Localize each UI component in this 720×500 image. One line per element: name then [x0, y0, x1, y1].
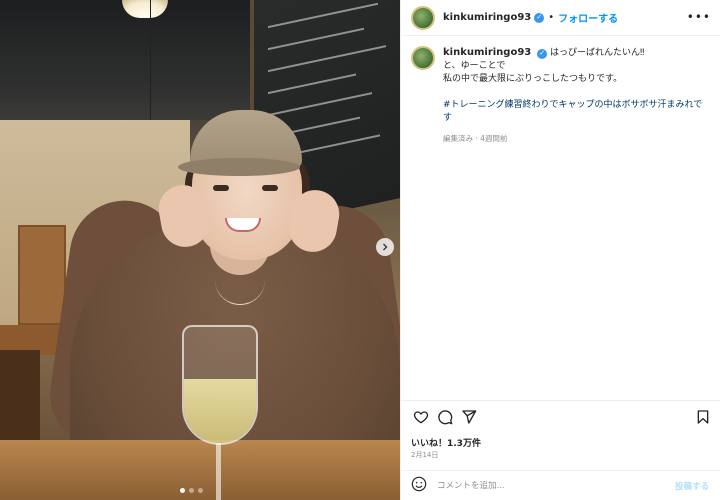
chevron-right-icon[interactable] [376, 238, 394, 256]
more-options-icon[interactable]: ••• [687, 10, 711, 24]
chair [0, 350, 40, 440]
wooden-door [18, 225, 66, 325]
comment-input[interactable] [437, 480, 657, 491]
caption-avatar[interactable] [411, 46, 435, 70]
caption-line-1: はっぴーばれんたいん‼︎ [550, 48, 645, 58]
emoji-icon[interactable] [411, 476, 427, 496]
carousel-indicator [180, 488, 203, 493]
cap-brim [178, 158, 300, 176]
bookmark-icon[interactable] [693, 407, 713, 427]
comment-bar: 投稿する [401, 470, 720, 500]
follow-button[interactable]: フォローする [558, 10, 618, 25]
white-wine [184, 379, 256, 443]
comment-icon[interactable] [435, 407, 455, 427]
caption-line-2: と、ゆーことで [443, 61, 506, 71]
wine-glass-stem [216, 443, 221, 500]
wine-glass [182, 325, 258, 445]
actions-divider [401, 400, 720, 401]
caption-hashtag[interactable]: #トレーニング練習終わりでキャップの中はボサボサ汗まみれです [443, 99, 705, 125]
caption-username[interactable]: kinkumiringo93 [443, 47, 531, 58]
header-separator: • [548, 12, 555, 23]
action-bar [411, 407, 711, 429]
caption-verified-badge-icon: ✓ [537, 48, 548, 59]
necklace [215, 255, 265, 305]
carousel-dot [198, 488, 203, 493]
carousel-dot [180, 488, 185, 493]
left-eye [213, 185, 229, 191]
caption: kinkumiringo93 ✓ はっぴーばれんたいん‼︎ と、ゆーことで 私の… [411, 46, 711, 145]
avatar[interactable] [411, 5, 435, 30]
caption-body: kinkumiringo93 ✓ はっぴーばれんたいん‼︎ と、ゆーことで 私の… [443, 46, 705, 145]
likes-count[interactable]: いいね！1.3万件 [411, 436, 481, 449]
header-username[interactable]: kinkumiringo93 [443, 12, 531, 23]
carousel-dot [189, 488, 194, 493]
heart-icon[interactable] [411, 407, 431, 427]
post-comment-button[interactable]: 投稿する [675, 480, 709, 492]
post-date[interactable]: 2月14日 [411, 450, 438, 460]
post-photo[interactable] [0, 0, 400, 500]
verified-badge-icon: ✓ [534, 12, 545, 23]
post-header: kinkumiringo93 ✓ • フォローする ••• [401, 0, 720, 36]
caption-meta: 編集済み · 4週間前 [443, 134, 508, 143]
post-sidebar: kinkumiringo93 ✓ • フォローする ••• kinkumirin… [400, 0, 720, 500]
caption-line-3: 私の中で最大限にぶりっこしたつもりです。 [443, 74, 623, 84]
share-icon[interactable] [459, 407, 479, 427]
right-eye [262, 185, 278, 191]
